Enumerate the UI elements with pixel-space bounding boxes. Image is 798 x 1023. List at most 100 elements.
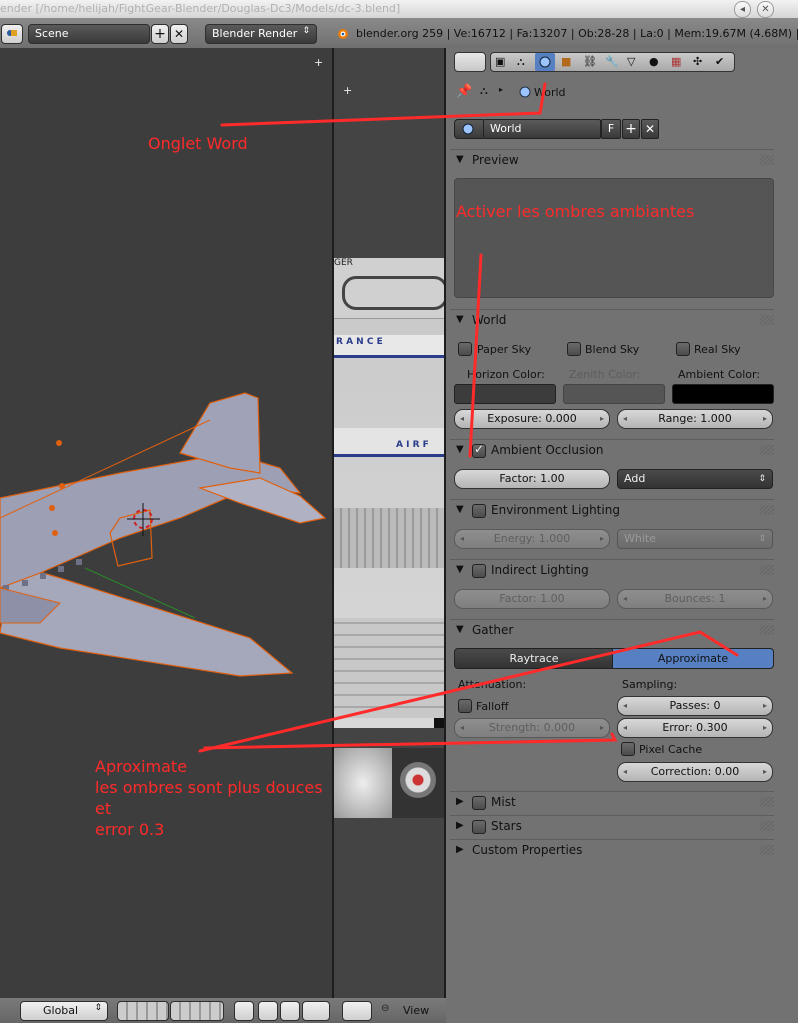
falloff-checkbox[interactable]: [458, 699, 472, 713]
render-tab-icon[interactable]: ▣: [495, 55, 505, 68]
preview-panel-header[interactable]: ▼ Preview: [454, 151, 772, 171]
mist-checkbox[interactable]: [472, 796, 486, 810]
increment-arrow-icon[interactable]: ▸: [600, 410, 604, 428]
panel-grip-icon[interactable]: [760, 445, 774, 455]
ambient-occlusion-panel-header[interactable]: ▼ Ambient Occlusion: [454, 441, 772, 461]
zenith-color-swatch[interactable]: [563, 384, 665, 404]
data-tab-icon[interactable]: ▽: [627, 55, 635, 68]
world-panel-header[interactable]: ▼ World: [454, 311, 772, 331]
world-name-field[interactable]: World: [483, 119, 601, 139]
uv-add-icon[interactable]: +: [343, 84, 352, 97]
real-sky-checkbox[interactable]: [676, 342, 690, 356]
increment-arrow-icon[interactable]: ▸: [763, 697, 767, 715]
panel-grip-icon[interactable]: [760, 505, 774, 515]
panel-grip-icon[interactable]: [760, 315, 774, 325]
editor-type-icon[interactable]: [454, 52, 486, 72]
error-slider[interactable]: ◂ Error: 0.300 ▸: [617, 718, 773, 738]
indirect-factor-slider[interactable]: Factor: 1.00: [454, 589, 610, 609]
environment-lighting-checkbox[interactable]: [472, 504, 486, 518]
decrement-arrow-icon[interactable]: ◂: [460, 719, 464, 737]
view-menu[interactable]: View: [403, 1004, 429, 1017]
layer-buttons[interactable]: [117, 1001, 169, 1021]
horizon-color-swatch[interactable]: [454, 384, 556, 404]
decrement-arrow-icon[interactable]: ◂: [623, 590, 627, 608]
constraints-tab-icon[interactable]: ⛓: [583, 55, 597, 68]
unlink-world-button[interactable]: ✕: [641, 119, 659, 139]
increment-arrow-icon[interactable]: ▸: [600, 530, 604, 548]
paper-sky-checkbox[interactable]: [458, 342, 472, 356]
panel-grip-icon[interactable]: [760, 155, 774, 165]
editor-type-icon[interactable]: [1, 24, 23, 44]
panel-grip-icon[interactable]: [760, 565, 774, 575]
render-engine-select[interactable]: Blender Render ⇕: [205, 24, 317, 44]
panel-grip-icon[interactable]: [760, 821, 774, 831]
env-energy-slider[interactable]: ◂ Energy: 1.000 ▸: [454, 529, 610, 549]
physics-tab-icon[interactable]: ✔: [715, 55, 724, 68]
editor-type-icon[interactable]: [342, 1001, 372, 1021]
env-color-select[interactable]: White ⇕: [617, 529, 773, 549]
range-slider[interactable]: ◂ Range: 1.000 ▸: [617, 409, 773, 429]
add-scene-button[interactable]: +: [151, 24, 169, 44]
passes-slider[interactable]: ◂ Passes: 0 ▸: [617, 696, 773, 716]
ambient-occlusion-checkbox[interactable]: [472, 442, 486, 458]
snap-element-icon[interactable]: [302, 1001, 330, 1021]
indirect-lighting-panel-header[interactable]: ▼ Indirect Lighting: [454, 561, 772, 581]
material-tab-icon[interactable]: ●: [649, 55, 659, 68]
decrement-arrow-icon[interactable]: ◂: [623, 763, 627, 781]
blend-sky-checkbox[interactable]: [567, 342, 581, 356]
panel-grip-icon[interactable]: [760, 797, 774, 807]
stars-panel-header[interactable]: ▶ Stars: [454, 817, 772, 837]
panel-grip-icon[interactable]: [760, 845, 774, 855]
layer-buttons[interactable]: [170, 1001, 224, 1021]
texture-tab-icon[interactable]: ▦: [671, 55, 681, 68]
custom-properties-panel-header[interactable]: ▶ Custom Properties: [454, 841, 772, 861]
environment-lighting-panel-header[interactable]: ▼ Environment Lighting: [454, 501, 772, 521]
viewport-add-icon[interactable]: +: [314, 56, 323, 69]
snap-target-icon[interactable]: [280, 1001, 300, 1021]
world-tab-icon[interactable]: [535, 53, 555, 71]
decrement-arrow-icon[interactable]: ◂: [460, 530, 464, 548]
fake-user-button[interactable]: F: [601, 119, 621, 139]
indirect-lighting-checkbox[interactable]: [472, 564, 486, 578]
world-browse-button[interactable]: [454, 119, 486, 139]
decrement-arrow-icon[interactable]: ◂: [460, 410, 464, 428]
decrement-arrow-icon[interactable]: ◂: [623, 719, 627, 737]
uv-image-editor[interactable]: + GER R A N C E A I R F: [334, 48, 444, 998]
panel-grip-icon[interactable]: [760, 625, 774, 635]
decrement-arrow-icon[interactable]: ◂: [623, 697, 627, 715]
ao-blend-select[interactable]: Add ⇕: [617, 469, 773, 489]
correction-slider[interactable]: ◂ Correction: 0.00 ▸: [617, 762, 773, 782]
approximate-button[interactable]: Approximate: [612, 648, 774, 669]
decrement-arrow-icon[interactable]: ◂: [623, 410, 627, 428]
indirect-bounces-slider[interactable]: ◂ Bounces: 1 ▸: [617, 589, 773, 609]
ambient-color-swatch[interactable]: [672, 384, 774, 404]
exposure-slider[interactable]: ◂ Exposure: 0.000 ▸: [454, 409, 610, 429]
orientation-select[interactable]: Global ⇕: [20, 1001, 108, 1021]
pin-icon[interactable]: 📌: [456, 84, 472, 99]
snap-icon[interactable]: [258, 1001, 278, 1021]
strength-slider[interactable]: ◂ Strength: 0.000 ▸: [454, 718, 610, 738]
collapse-menu-icon[interactable]: ⊖: [381, 1003, 389, 1014]
pixel-cache-checkbox[interactable]: [621, 742, 635, 756]
remove-scene-button[interactable]: ✕: [170, 24, 188, 44]
scene-tab-icon[interactable]: ⛬: [517, 55, 525, 69]
close-icon[interactable]: ✕: [757, 1, 774, 18]
scene-field[interactable]: Scene: [28, 24, 150, 44]
increment-arrow-icon[interactable]: ▸: [763, 590, 767, 608]
minimize-icon[interactable]: ◂: [734, 1, 751, 18]
modifiers-tab-icon[interactable]: 🔧: [605, 55, 619, 68]
3d-viewport[interactable]: +: [0, 48, 332, 998]
gather-panel-header[interactable]: ▼ Gather: [454, 621, 772, 641]
mist-panel-header[interactable]: ▶ Mist: [454, 793, 772, 813]
raytrace-button[interactable]: Raytrace: [454, 648, 614, 669]
increment-arrow-icon[interactable]: ▸: [763, 410, 767, 428]
render-preview-icon[interactable]: [234, 1001, 254, 1021]
stars-checkbox[interactable]: [472, 820, 486, 834]
increment-arrow-icon[interactable]: ▸: [600, 719, 604, 737]
ao-factor-slider[interactable]: Factor: 1.00: [454, 469, 610, 489]
increment-arrow-icon[interactable]: ▸: [763, 763, 767, 781]
object-tab-icon[interactable]: ■: [561, 55, 571, 68]
add-world-button[interactable]: +: [622, 119, 640, 139]
particles-tab-icon[interactable]: ✣: [693, 55, 702, 68]
increment-arrow-icon[interactable]: ▸: [763, 719, 767, 737]
